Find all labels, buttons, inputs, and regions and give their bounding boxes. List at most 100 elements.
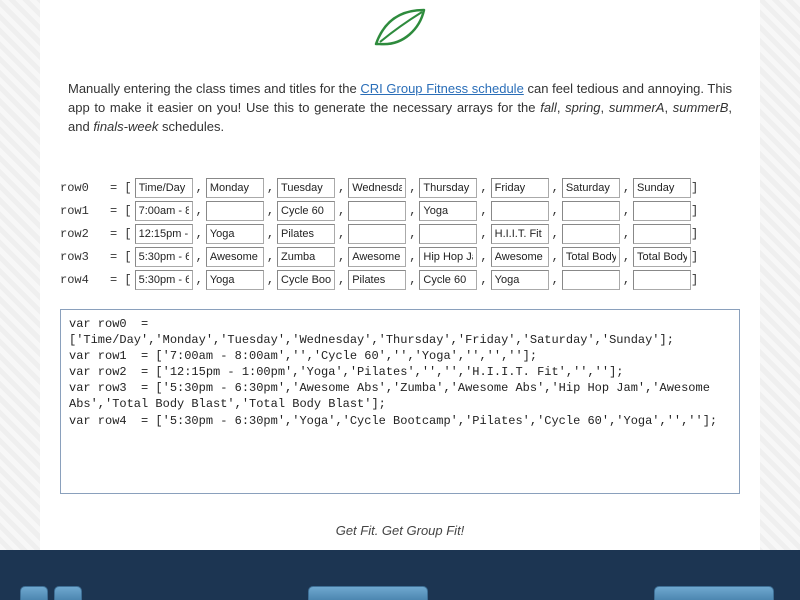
cell-input[interactable] (135, 224, 193, 244)
cell-input[interactable] (633, 247, 691, 267)
comma: , (409, 181, 416, 195)
comma: , (338, 181, 345, 195)
cell-input[interactable] (562, 224, 620, 244)
comma: , (338, 273, 345, 287)
intro-text: Manually entering the class times and ti… (40, 70, 760, 145)
comma: , (552, 204, 559, 218)
equals-sign: = [ (110, 181, 132, 195)
comma: , (267, 227, 274, 241)
term-fall: fall (540, 100, 557, 115)
footer-bar (0, 550, 800, 600)
comma: , (338, 250, 345, 264)
tagline: Get Fit. Get Group Fit! (40, 505, 760, 548)
cell-input[interactable] (562, 178, 620, 198)
code-output[interactable] (60, 309, 740, 494)
comma: , (409, 204, 416, 218)
grid-row: row4= [,,,,,,, ] (60, 270, 740, 290)
cell-input[interactable] (633, 270, 691, 290)
cri-schedule-link[interactable]: CRI Group Fitness schedule (360, 81, 523, 96)
term-summerB: summerB (673, 100, 729, 115)
intro-pre: Manually entering the class times and ti… (68, 81, 360, 96)
comma: , (480, 181, 487, 195)
cell-input[interactable] (135, 247, 193, 267)
footer-button-2[interactable] (54, 586, 82, 600)
term-summerA: summerA (609, 100, 665, 115)
comma: , (480, 227, 487, 241)
footer-button-center[interactable] (308, 586, 428, 600)
row-label: row1 (60, 204, 106, 218)
cell-input[interactable] (135, 178, 193, 198)
cell-input[interactable] (491, 224, 549, 244)
cell-input[interactable] (562, 201, 620, 221)
intro-tail: schedules. (162, 119, 224, 134)
close-bracket: ] (691, 181, 698, 195)
cell-input[interactable] (633, 178, 691, 198)
cell-input[interactable] (348, 201, 406, 221)
close-bracket: ] (691, 227, 698, 241)
cell-input[interactable] (206, 247, 264, 267)
cell-input[interactable] (206, 224, 264, 244)
comma: , (552, 227, 559, 241)
cell-input[interactable] (491, 270, 549, 290)
cell-input[interactable] (348, 270, 406, 290)
comma: , (552, 181, 559, 195)
footer-button-right[interactable] (654, 586, 774, 600)
cell-input[interactable] (491, 247, 549, 267)
cell-input[interactable] (562, 270, 620, 290)
comma: , (480, 204, 487, 218)
cell-input[interactable] (419, 201, 477, 221)
cell-input[interactable] (348, 178, 406, 198)
comma: , (267, 273, 274, 287)
comma: , (196, 181, 203, 195)
comma: , (623, 250, 630, 264)
code-output-wrap (40, 299, 760, 505)
comma: , (267, 204, 274, 218)
cell-input[interactable] (206, 178, 264, 198)
comma: , (480, 250, 487, 264)
close-bracket: ] (691, 204, 698, 218)
cell-input[interactable] (348, 224, 406, 244)
cell-input[interactable] (419, 270, 477, 290)
comma: , (409, 273, 416, 287)
comma: , (196, 273, 203, 287)
cell-input[interactable] (277, 178, 335, 198)
row-label: row2 (60, 227, 106, 241)
comma: , (409, 227, 416, 241)
cell-input[interactable] (491, 201, 549, 221)
cell-input[interactable] (419, 224, 477, 244)
cell-input[interactable] (277, 270, 335, 290)
equals-sign: = [ (110, 227, 132, 241)
comma: , (267, 250, 274, 264)
cell-input[interactable] (206, 201, 264, 221)
cell-input[interactable] (419, 178, 477, 198)
cell-input[interactable] (419, 247, 477, 267)
comma: , (196, 227, 203, 241)
cell-input[interactable] (491, 178, 549, 198)
logo-wrap (40, 0, 760, 57)
cell-input[interactable] (135, 201, 193, 221)
row-label: row3 (60, 250, 106, 264)
cell-input[interactable] (348, 247, 406, 267)
grid-row: row1= [,,,,,,, ] (60, 201, 740, 221)
comma: , (196, 204, 203, 218)
leaf-icon (370, 4, 430, 52)
grid-row: row0= [,,,,,,, ] (60, 178, 740, 198)
schedule-grid: row0= [,,,,,,, ]row1= [,,,,,,, ]row2= [,… (40, 158, 760, 299)
cell-input[interactable] (206, 270, 264, 290)
cell-input[interactable] (562, 247, 620, 267)
grid-row: row3= [,,,,,,, ] (60, 247, 740, 267)
cell-input[interactable] (277, 247, 335, 267)
cell-input[interactable] (633, 201, 691, 221)
cell-input[interactable] (135, 270, 193, 290)
cell-input[interactable] (277, 224, 335, 244)
cell-input[interactable] (277, 201, 335, 221)
term-spring: spring (565, 100, 600, 115)
close-bracket: ] (691, 273, 698, 287)
cell-input[interactable] (633, 224, 691, 244)
equals-sign: = [ (110, 273, 132, 287)
content-card: Manually entering the class times and ti… (40, 0, 760, 600)
comma: , (267, 181, 274, 195)
comma: , (409, 250, 416, 264)
comma: , (338, 227, 345, 241)
footer-button-1[interactable] (20, 586, 48, 600)
